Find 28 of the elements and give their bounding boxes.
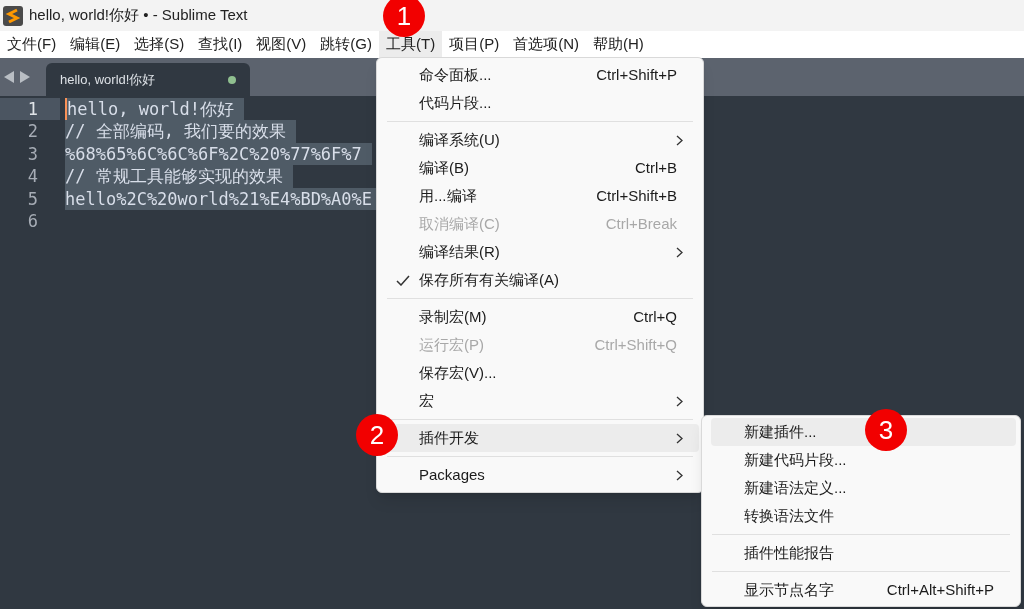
next-tab-arrow-icon[interactable] — [19, 71, 30, 83]
line-number: 1 — [0, 98, 60, 121]
menu-item[interactable]: 新建语法定义... — [711, 474, 1016, 502]
menu-item[interactable]: 插件性能报告 — [711, 539, 1016, 567]
tab-title: hello, world!你好 — [60, 70, 156, 89]
menu-item[interactable]: 保存宏(V)... — [386, 359, 699, 387]
menu-item[interactable]: 宏 — [386, 387, 699, 415]
menu-item[interactable]: 代码片段... — [386, 89, 699, 117]
menu-item[interactable]: 编译(B) Ctrl+B — [386, 154, 699, 182]
menu-item[interactable]: 转换语法文件 — [711, 502, 1016, 530]
line-number: 3 — [26, 142, 39, 166]
menu-item[interactable]: 命令面板... Ctrl+Shift+P — [386, 61, 699, 89]
menu-item[interactable]: 编译结果(R) — [386, 238, 699, 266]
line-number: 4 — [26, 165, 39, 188]
previous-tab-arrow-icon[interactable] — [4, 71, 15, 83]
menu-item[interactable]: 显示节点名字 Ctrl+Alt+Shift+P — [711, 576, 1016, 604]
menu-item[interactable]: 录制宏(M) Ctrl+Q — [386, 303, 699, 331]
line-number: 6 — [26, 209, 39, 233]
menu-item[interactable]: 编译系统(U) — [386, 126, 699, 154]
menu-item[interactable]: Packages — [386, 461, 699, 489]
app-logo-icon — [3, 5, 23, 26]
menu-item[interactable]: 用...编译 Ctrl+Shift+B — [386, 182, 699, 210]
line-number: 2 — [26, 120, 39, 143]
step-number-marker: 2 — [356, 414, 398, 456]
window-title: hello, world!你好 • - Sublime Text — [29, 5, 248, 26]
file-tab[interactable]: hello, world!你好 — [46, 63, 250, 96]
line-number: 5 — [26, 187, 39, 210]
menu-item[interactable]: 保存所有有关编译(A) — [386, 266, 699, 294]
